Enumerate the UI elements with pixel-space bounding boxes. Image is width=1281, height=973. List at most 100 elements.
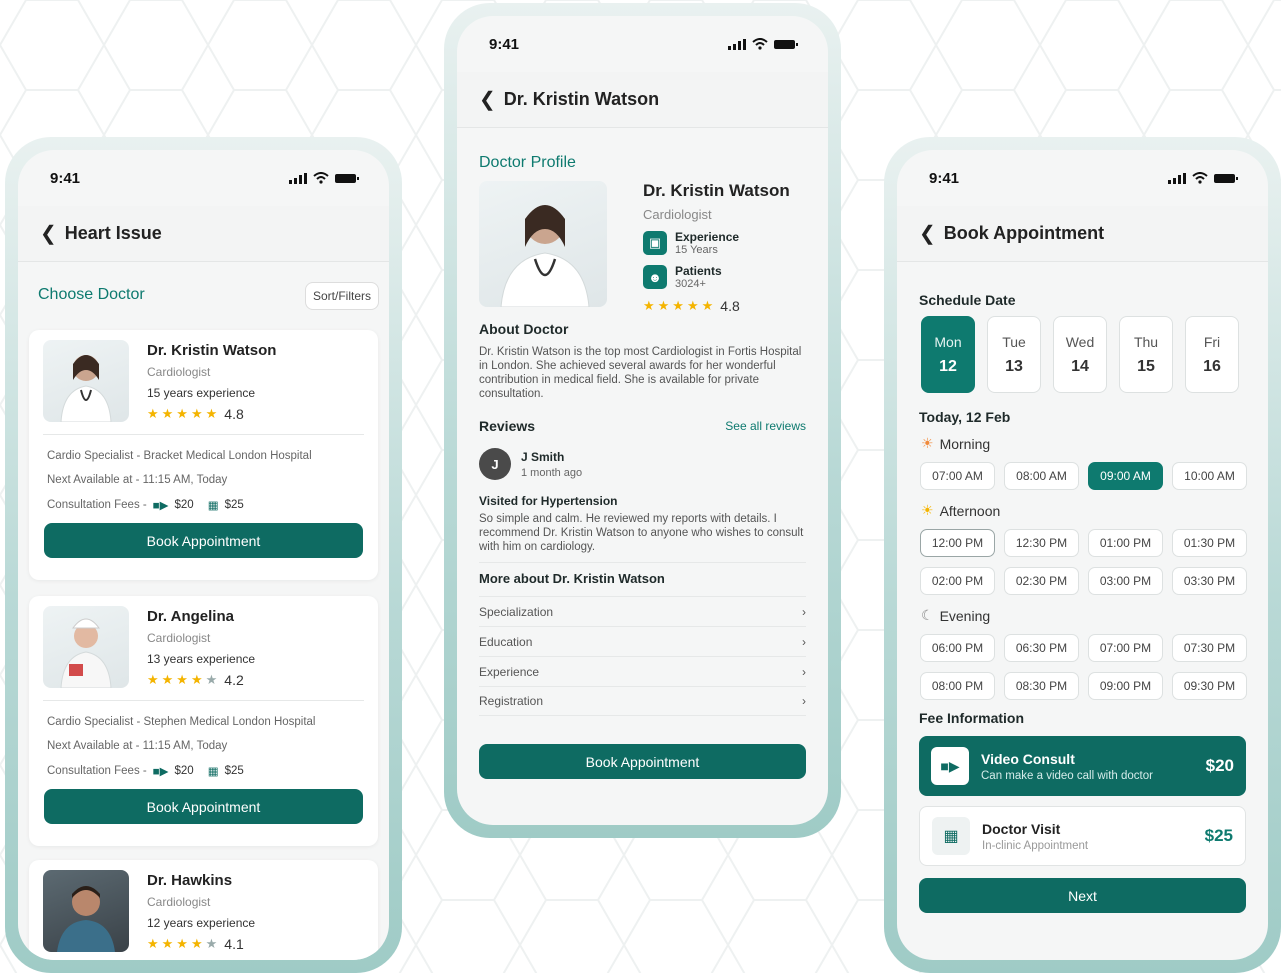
next-available-text: Next Available at - 11:15 AM, Today (47, 474, 228, 486)
time-slot[interactable]: 09:00 PM (1088, 672, 1163, 700)
time-slot[interactable]: 06:30 PM (1004, 634, 1079, 662)
time-slot[interactable]: 08:00 AM (1004, 462, 1079, 490)
time-slot[interactable]: 01:00 PM (1088, 529, 1163, 557)
briefcase-icon: ▣ (643, 231, 667, 255)
experience-stat: ▣ Experience 15 Years (643, 230, 790, 256)
see-all-reviews-link[interactable]: See all reviews (725, 419, 806, 433)
signal-icon (728, 38, 746, 50)
time-slot[interactable]: 09:30 PM (1172, 672, 1247, 700)
back-chevron-icon[interactable]: ❮ (479, 87, 496, 112)
battery-icon (1214, 173, 1238, 183)
hospital-text: Cardio Specialist - Bracket Medical Lond… (47, 450, 312, 462)
book-appointment-button[interactable]: Book Appointment (44, 523, 363, 558)
visit-fee: $25 (224, 765, 244, 777)
time-slot-selected[interactable]: 09:00 AM (1088, 462, 1163, 490)
afternoon-header: ☀ Afternoon (897, 502, 1268, 519)
day-number: 16 (1203, 357, 1221, 375)
clinic-icon: ▦ (932, 817, 970, 855)
day-label: Wed (1065, 333, 1095, 350)
evening-label: Evening (939, 607, 991, 624)
reviews-title: Reviews (479, 418, 536, 434)
time-slot[interactable]: 07:00 AM (920, 462, 995, 490)
more-about-title: More about Dr. Kristin Watson (479, 562, 806, 586)
list-item-registration[interactable]: Registration › (479, 686, 806, 716)
wifi-icon (1192, 172, 1208, 184)
patients-label: Patients (675, 264, 722, 278)
list-item-label: Specialization (479, 604, 554, 619)
list-item-experience[interactable]: Experience › (479, 656, 806, 686)
screen: 9:41 ❮ Dr. Kristin Watson Doctor Profile… (457, 16, 828, 825)
time-slot[interactable]: 12:30 PM (1004, 529, 1079, 557)
signal-icon (1168, 172, 1186, 184)
screen: 9:41 ❮ Heart Issue Choose Doctor Sort/Fi… (18, 150, 389, 960)
list-item-specialization[interactable]: Specialization › (479, 596, 806, 626)
doctor-details: Cardio Specialist - Stephen Medical Lond… (47, 706, 316, 778)
time-slots: ☀ Morning 07:00 AM 08:00 AM 09:00 AM 10:0… (897, 435, 1268, 700)
date-thu-15[interactable]: Thu 15 (1119, 316, 1173, 393)
screen: 9:41 ❮ Book Appointment Schedule Date Mo… (897, 150, 1268, 960)
doctor-card[interactable]: Dr. Angelina Cardiologist 13 years exper… (29, 596, 378, 846)
battery-icon (774, 39, 798, 49)
today-label: Today, 12 Feb (919, 409, 1011, 425)
date-tue-13[interactable]: Tue 13 (987, 316, 1041, 393)
book-appointment-button[interactable]: Book Appointment (479, 744, 806, 779)
chevron-right-icon: › (802, 694, 806, 708)
morning-label: Morning (939, 435, 991, 452)
doctor-photo (479, 181, 607, 307)
time-slot[interactable]: 08:30 PM (1004, 672, 1079, 700)
user-icon: ☻ (643, 265, 667, 289)
section-title: Choose Doctor (38, 286, 145, 303)
back-chevron-icon[interactable]: ❮ (40, 221, 57, 246)
doctor-card[interactable]: Dr. Hawkins Cardiologist 12 years experi… (29, 860, 378, 960)
doctor-summary: Dr. Kristin Watson Cardiologist ▣ Experi… (643, 181, 790, 314)
day-label: Mon (934, 333, 962, 350)
time-slot[interactable]: 08:00 PM (920, 672, 995, 700)
video-consult-subtitle: Can make a video call with doctor (981, 769, 1153, 782)
book-appointment-button[interactable]: Book Appointment (44, 789, 363, 824)
status-icons (1168, 172, 1238, 184)
date-mon-12[interactable]: Mon 12 (921, 316, 975, 393)
status-icons (728, 38, 798, 50)
next-button[interactable]: Next (919, 878, 1246, 913)
time-slot[interactable]: 06:00 PM (920, 634, 995, 662)
section-header: Choose Doctor Sort/Filters (18, 262, 389, 324)
time-slot[interactable]: 03:30 PM (1172, 567, 1247, 595)
clinic-icon: ▦ (207, 500, 219, 512)
star-rating-icon: ★★★★★ (147, 936, 221, 951)
back-chevron-icon[interactable]: ❮ (919, 221, 936, 246)
time-slot[interactable]: 02:00 PM (920, 567, 995, 595)
hospital-text: Cardio Specialist - Stephen Medical Lond… (47, 716, 316, 728)
video-consult-option[interactable]: ■▶ Video Consult Can make a video call wi… (919, 736, 1246, 796)
nav-bar: ❮ Dr. Kristin Watson (457, 72, 828, 128)
section-title: Doctor Profile (479, 154, 576, 171)
time-slot[interactable]: 03:00 PM (1088, 567, 1163, 595)
doctor-specialty: Cardiologist (147, 365, 211, 379)
afternoon-label: Afternoon (939, 502, 1001, 519)
consultation-fees: Consultation Fees - ■▶ $20 ▦ $25 (47, 764, 316, 778)
date-fri-16[interactable]: Fri 16 (1185, 316, 1239, 393)
time-slot[interactable]: 07:30 PM (1172, 634, 1247, 662)
doctor-card[interactable]: Dr. Kristin Watson Cardiologist 15 years… (29, 330, 378, 580)
list-item-education[interactable]: Education › (479, 626, 806, 656)
sort-filters-button[interactable]: Sort/Filters (304, 282, 379, 310)
clinic-icon: ▦ (207, 766, 219, 778)
star-rating-icon: ★★★★★ (643, 298, 717, 313)
rating-value: 4.2 (224, 672, 244, 688)
doctor-photo (43, 340, 129, 422)
review: Visited for Hypertension So simple and c… (479, 494, 806, 554)
time-slot[interactable]: 12:00 PM (920, 529, 995, 557)
day-label: Fri (1203, 333, 1221, 350)
page-title: Dr. Kristin Watson (503, 89, 660, 109)
time-slot[interactable]: 10:00 AM (1172, 462, 1247, 490)
wifi-icon (313, 172, 329, 184)
time-slot[interactable]: 07:00 PM (1088, 634, 1163, 662)
date-wed-14[interactable]: Wed 14 (1053, 316, 1107, 393)
doctor-visit-option[interactable]: ▦ Doctor Visit In-clinic Appointment $25 (919, 806, 1246, 866)
time-slot[interactable]: 01:30 PM (1172, 529, 1247, 557)
review-title: Visited for Hypertension (479, 494, 618, 508)
page-title: Heart Issue (64, 223, 162, 243)
doctor-photo (43, 606, 129, 688)
rating-value: 4.1 (224, 936, 244, 952)
evening-slots: 06:00 PM 06:30 PM 07:00 PM 07:30 PM 08:0… (897, 634, 1268, 700)
time-slot[interactable]: 02:30 PM (1004, 567, 1079, 595)
